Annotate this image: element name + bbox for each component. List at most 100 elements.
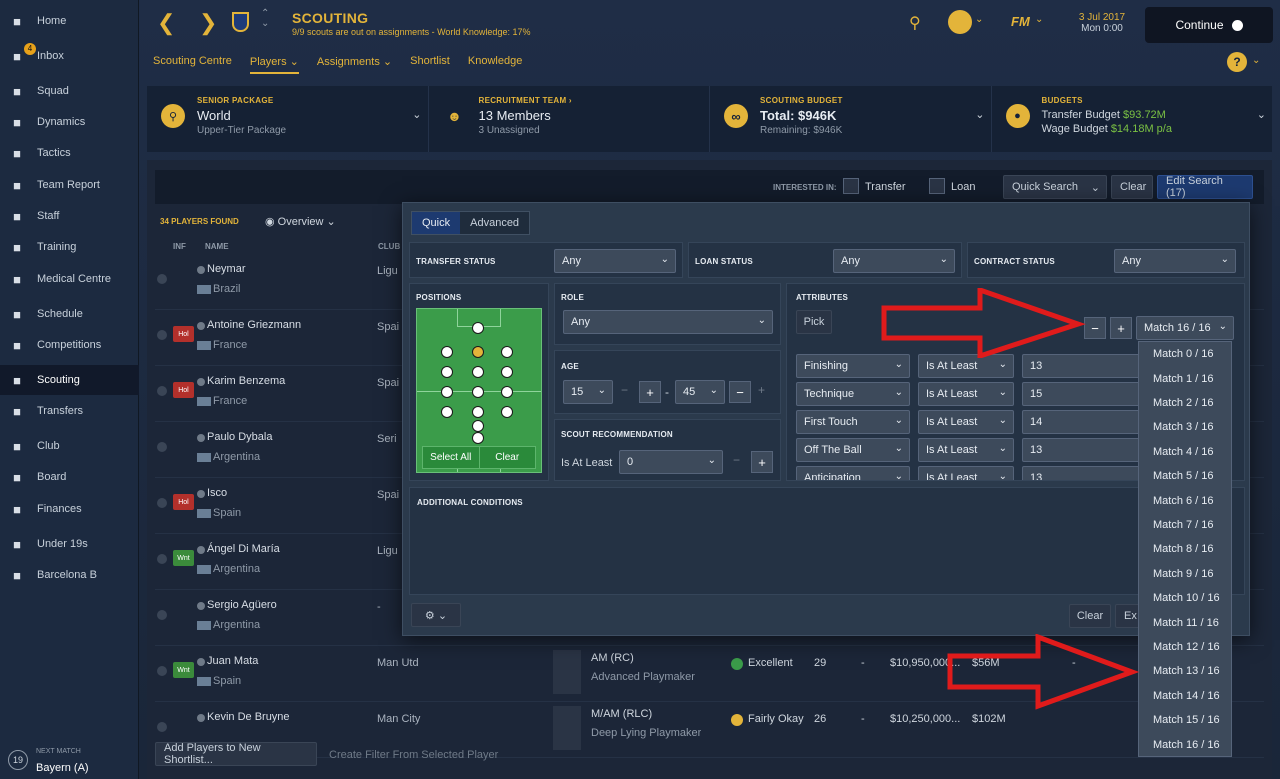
match-menu-item[interactable]: Match 6 / 16 — [1139, 488, 1233, 512]
position-dot[interactable] — [472, 366, 484, 378]
forward-arrow-icon[interactable]: ❯ — [199, 10, 217, 36]
age-min-dropdown[interactable]: 15 ⌄ — [563, 380, 613, 404]
sidebar-item-squad[interactable]: ■ Squad — [0, 76, 139, 106]
row-select-icon[interactable] — [157, 386, 167, 396]
sidebar-item-medical-centre[interactable]: ■ Medical Centre — [0, 264, 139, 294]
row-select-icon[interactable] — [157, 554, 167, 564]
row-select-icon[interactable] — [157, 442, 167, 452]
position-dot[interactable] — [501, 366, 513, 378]
tab-quick[interactable]: Quick — [412, 212, 461, 234]
attribute-value-dropdown[interactable]: 15 — [1022, 382, 1144, 406]
age-max-decrement-button[interactable]: − — [729, 381, 751, 403]
table-row[interactable]: Kevin De Bruyne Man City M/AM (RLC) Deep Ly… — [155, 702, 1264, 758]
match-menu-item[interactable]: Match 0 / 16 — [1139, 342, 1233, 366]
sidebar-item-finances[interactable]: ■ Finances — [0, 494, 139, 524]
sidebar-item-scouting[interactable]: ■ Scouting — [0, 365, 139, 395]
match-menu-item[interactable]: Match 2 / 16 — [1139, 391, 1233, 415]
sidebar-item-club[interactable]: ■ Club — [0, 431, 139, 461]
sidebar-item-schedule[interactable]: ■ Schedule — [0, 299, 139, 329]
loan-status-dropdown[interactable]: Any ⌄ — [833, 249, 955, 273]
player-club[interactable]: Spai — [377, 489, 399, 501]
sidebar-item-barcelona-b[interactable]: ■ Barcelona B — [0, 560, 139, 590]
chevron-down-icon[interactable]: ⌄ — [1257, 108, 1266, 121]
match-menu-item[interactable]: Match 7 / 16 — [1139, 513, 1233, 537]
budgets-panel[interactable]: ● BUDGETS Transfer Budget $93.72M Wage B… — [992, 86, 1273, 152]
player-name[interactable]: Neymar — [207, 263, 246, 275]
match-menu-item[interactable]: Match 4 / 16 — [1139, 440, 1233, 464]
match-menu-item[interactable]: Match 5 / 16 — [1139, 464, 1233, 488]
sidebar-item-training[interactable]: ■ Training — [0, 232, 139, 262]
loan-checkbox[interactable] — [929, 178, 945, 194]
match-menu-item[interactable]: Match 8 / 16 — [1139, 537, 1233, 561]
attribute-name-dropdown[interactable]: Technique ⌄ — [796, 382, 910, 406]
create-filter-link[interactable]: Create Filter From Selected Player — [329, 749, 498, 761]
match-menu-item[interactable]: Match 11 / 16 — [1139, 610, 1233, 634]
chevron-down-icon[interactable]: ⌄ — [1252, 55, 1260, 66]
help-icon[interactable]: ? — [1227, 52, 1247, 72]
next-match[interactable]: 19 NEXT MATCH Bayern (A) — [0, 742, 139, 779]
player-club[interactable]: Spai — [377, 321, 399, 333]
tab-advanced[interactable]: Advanced — [460, 212, 529, 234]
sidebar-item-competitions[interactable]: ■ Competitions — [0, 330, 139, 360]
position-dot[interactable] — [472, 322, 484, 334]
scout-increment-button[interactable]: + — [751, 451, 773, 473]
player-club[interactable]: Seri — [377, 433, 397, 445]
sidebar-item-staff[interactable]: ■ Staff — [0, 201, 139, 231]
info-icon[interactable] — [197, 602, 205, 610]
match-menu-item[interactable]: Match 15 / 16 — [1139, 708, 1233, 732]
scout-decrement-button[interactable]: − — [733, 453, 740, 467]
player-name[interactable]: Isco — [207, 487, 227, 499]
tab-scouting-centre[interactable]: Scouting Centre — [153, 55, 232, 74]
position-dot[interactable] — [441, 366, 453, 378]
row-select-icon[interactable] — [157, 330, 167, 340]
senior-package-panel[interactable]: ⚲ SENIOR PACKAGE World Upper-Tier Packag… — [147, 86, 429, 152]
edit-search-button[interactable]: Edit Search (17) — [1157, 175, 1253, 199]
age-min-increment-button[interactable]: + — [639, 381, 661, 403]
select-all-button[interactable]: Select All — [423, 447, 480, 468]
attribute-condition-dropdown[interactable]: Is At Least ⌄ — [918, 438, 1014, 462]
column-club[interactable]: CLUB — [378, 242, 400, 251]
attribute-name-dropdown[interactable]: Off The Ball ⌄ — [796, 438, 910, 462]
sidebar-item-dynamics[interactable]: ■ Dynamics — [0, 107, 139, 137]
continue-button[interactable]: Continue — [1145, 7, 1273, 43]
player-name[interactable]: Antoine Griezmann — [207, 319, 301, 331]
positions-pitch[interactable]: Select All Clear — [416, 308, 542, 473]
info-icon[interactable] — [197, 378, 205, 386]
settings-gear-button[interactable]: ⚙ ⌄ — [411, 603, 461, 627]
positions-clear-button[interactable]: Clear — [480, 447, 536, 468]
position-dot[interactable] — [501, 386, 513, 398]
globe-icon[interactable] — [948, 10, 972, 34]
clear-filter-button[interactable]: Clear — [1111, 175, 1153, 199]
tab-assignments[interactable]: Assignments ⌄ — [317, 55, 392, 74]
age-max-increment-button[interactable]: + — [758, 383, 765, 397]
player-name[interactable]: Ángel Di María — [207, 543, 280, 555]
transfer-checkbox[interactable] — [843, 178, 859, 194]
player-club[interactable]: Spai — [377, 377, 399, 389]
info-icon[interactable] — [197, 322, 205, 330]
column-inf[interactable]: INF — [173, 242, 186, 251]
recruitment-team-panel[interactable]: ☻ RECRUITMENT TEAM › 13 Members 3 Unassi… — [429, 86, 710, 152]
position-dot[interactable] — [472, 432, 484, 444]
transfer-status-dropdown[interactable]: Any ⌄ — [554, 249, 676, 273]
match-count-dropdown[interactable]: Match 16 / 16 ⌄ — [1136, 316, 1234, 340]
pick-button[interactable]: Pick — [796, 310, 832, 334]
column-name[interactable]: NAME — [205, 242, 229, 251]
player-club[interactable]: Man Utd — [377, 657, 419, 669]
player-name[interactable]: Karim Benzema — [207, 375, 285, 387]
match-menu-item[interactable]: Match 13 / 16 — [1139, 659, 1233, 683]
row-select-icon[interactable] — [157, 610, 167, 620]
back-arrow-icon[interactable]: ❮ — [157, 10, 175, 36]
sidebar-item-tactics[interactable]: ■ Tactics — [0, 138, 139, 168]
scout-value-dropdown[interactable]: 0 ⌄ — [619, 450, 723, 474]
tab-shortlist[interactable]: Shortlist — [410, 55, 450, 74]
tab-knowledge[interactable]: Knowledge — [468, 55, 522, 74]
row-select-icon[interactable] — [157, 666, 167, 676]
sidebar-item-inbox[interactable]: ■ 4 Inbox — [0, 41, 139, 71]
row-select-icon[interactable] — [157, 274, 167, 284]
sidebar-item-team-report[interactable]: ■ Team Report — [0, 170, 139, 200]
chevron-down-icon[interactable]: ⌄ — [975, 14, 983, 25]
info-icon[interactable] — [197, 658, 205, 666]
sidebar-item-transfers[interactable]: ■ Transfers — [0, 396, 139, 426]
position-dot[interactable] — [472, 406, 484, 418]
chevron-down-icon[interactable]: ⌄ — [412, 108, 421, 121]
